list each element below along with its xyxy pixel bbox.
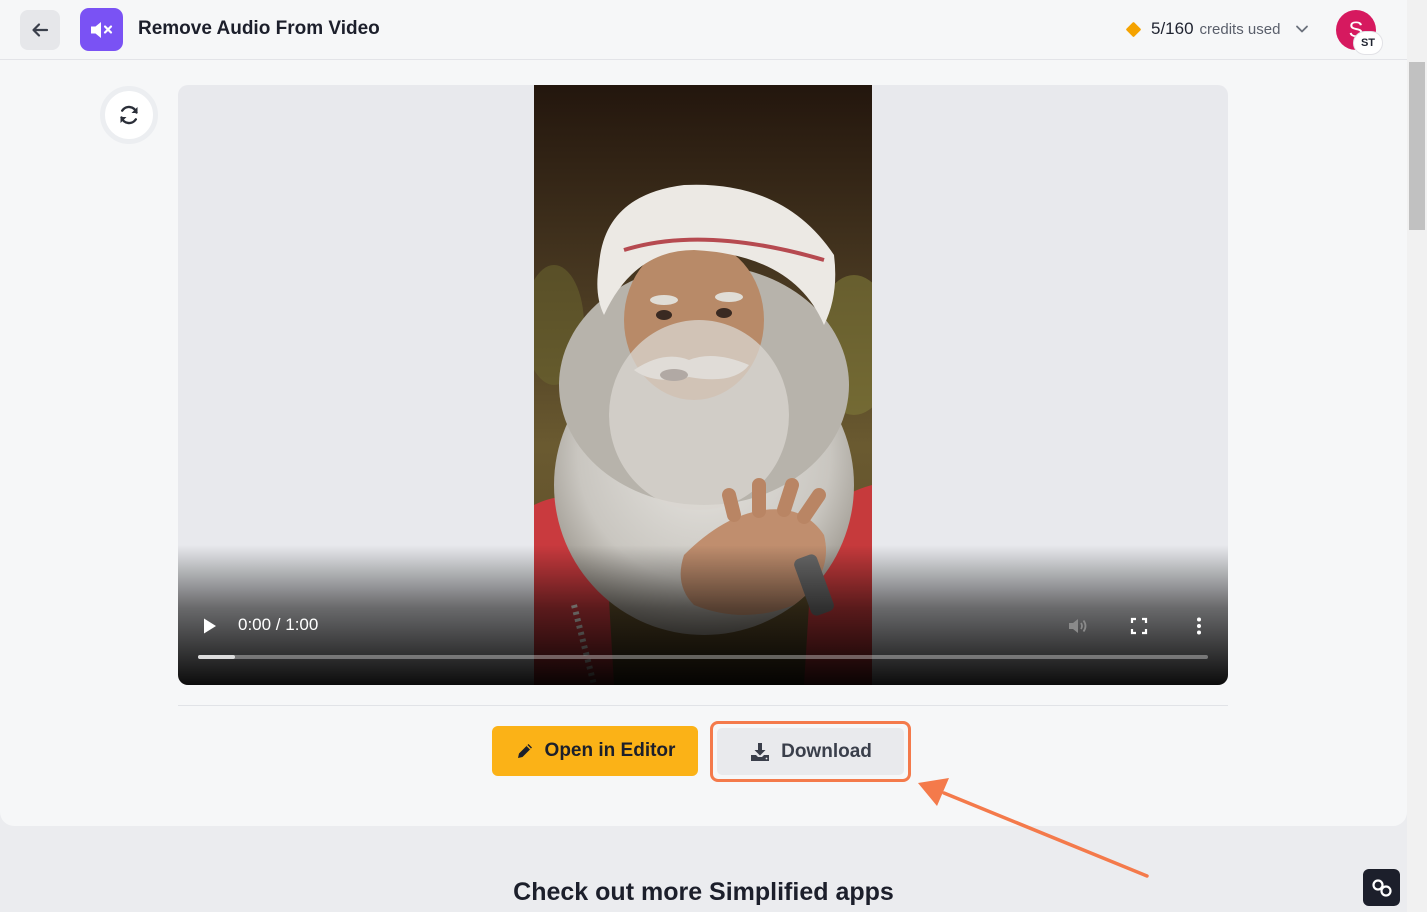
refresh-icon [120, 105, 138, 125]
download-label: Download [781, 740, 872, 762]
scrollbar-thumb[interactable] [1409, 62, 1425, 230]
open-in-editor-button[interactable]: Open in Editor [492, 726, 698, 776]
more-vert-icon[interactable] [1188, 615, 1210, 637]
play-icon[interactable] [198, 615, 220, 637]
progress-fill [198, 655, 236, 659]
workspace-badge[interactable]: ST [1353, 31, 1383, 55]
divider [178, 705, 1228, 706]
pencil-icon [517, 744, 532, 758]
muted-speaker-icon [90, 21, 112, 38]
open-in-editor-label: Open in Editor [544, 740, 676, 761]
playback-time: 0:00 / 1:00 [238, 615, 319, 634]
top-bar: Remove Audio From Video 5/160 credits us… [0, 0, 1407, 60]
download-button[interactable]: Download [710, 721, 911, 782]
credits-label: credits used [1199, 20, 1281, 38]
credits-diamond-icon [1125, 21, 1142, 37]
more-apps-heading: Check out more Simplified apps [513, 878, 894, 906]
credits-count: 5/160 [1151, 19, 1194, 38]
download-button-face[interactable]: Download [717, 728, 904, 775]
regenerate-button[interactable] [100, 86, 158, 144]
volume-icon[interactable] [1066, 614, 1090, 638]
page-title: Remove Audio From Video [138, 18, 380, 39]
video-player[interactable]: 0:00 / 1:00 [178, 85, 1228, 685]
app-logo [80, 8, 123, 51]
link-widget-button[interactable] [1363, 869, 1400, 906]
fullscreen-icon[interactable] [1128, 615, 1150, 637]
link-icon [1371, 878, 1392, 897]
download-icon [751, 742, 770, 761]
progress-bar[interactable] [198, 655, 1208, 659]
back-button[interactable] [20, 10, 60, 50]
arrow-left-icon [32, 23, 49, 37]
chevron-down-icon [1296, 25, 1309, 33]
credits-dropdown[interactable]: 5/160 credits used [1125, 17, 1312, 41]
